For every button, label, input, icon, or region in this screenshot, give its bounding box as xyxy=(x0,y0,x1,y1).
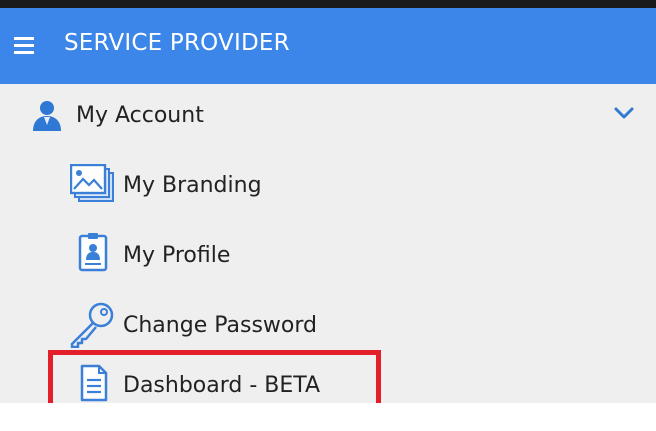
user-icon xyxy=(33,101,61,131)
chevron-down-icon[interactable] xyxy=(614,106,634,120)
menu-item-my-branding[interactable]: My Branding xyxy=(0,154,656,218)
app-header: SERVICE PROVIDER xyxy=(0,8,656,84)
id-badge-icon xyxy=(78,233,108,272)
hamburger-menu-icon[interactable] xyxy=(14,37,34,54)
menu-section-my-account[interactable]: My Account xyxy=(0,84,656,148)
header-title: SERVICE PROVIDER xyxy=(64,30,290,56)
menu-item-label: Change Password xyxy=(123,313,317,338)
menu-item-change-password[interactable]: Change Password xyxy=(0,294,656,358)
key-icon xyxy=(70,302,114,348)
page: SERVICE PROVIDER My Account My Branding xyxy=(0,0,656,431)
bottom-strip xyxy=(0,403,656,431)
image-gallery-icon xyxy=(70,164,114,202)
window-top-border xyxy=(0,0,656,8)
menu-item-label: My Profile xyxy=(123,243,231,268)
menu-item-label: My Branding xyxy=(123,173,262,198)
section-label-my-account: My Account xyxy=(76,103,204,128)
menu-item-my-profile[interactable]: My Profile xyxy=(0,224,656,288)
